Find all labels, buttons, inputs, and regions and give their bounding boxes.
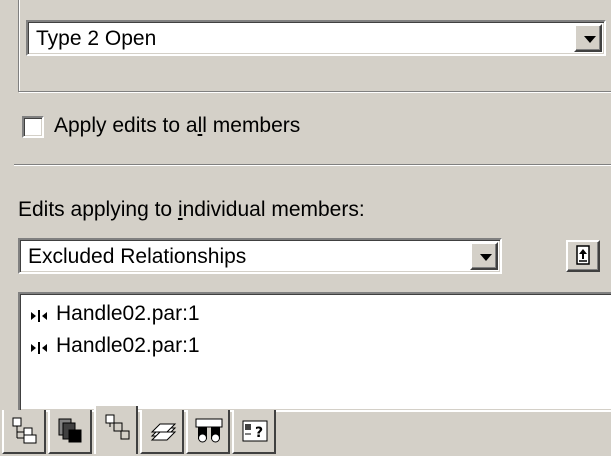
layers-icon bbox=[150, 423, 177, 441]
tree-icon bbox=[12, 417, 37, 444]
svg-text:?: ? bbox=[255, 425, 263, 441]
apply-all-label-text-end: l members bbox=[202, 114, 301, 137]
tab-properties[interactable]: ? bbox=[232, 410, 276, 454]
upload-arrow-icon bbox=[576, 245, 590, 265]
individual-label-text: Edits applying to bbox=[18, 198, 178, 221]
individual-edit-type-combo[interactable]: Excluded Relationships bbox=[18, 238, 502, 274]
list-item-label: Handle02.par:1 bbox=[56, 334, 200, 357]
promote-button[interactable] bbox=[566, 240, 600, 272]
relationship-icon bbox=[31, 342, 47, 354]
chevron-down-icon bbox=[584, 36, 596, 43]
separator bbox=[14, 164, 611, 166]
apply-all-label[interactable]: Apply edits to all members bbox=[54, 114, 300, 138]
individual-label-text-end: ndividual members: bbox=[182, 198, 365, 221]
tab-binoculars[interactable] bbox=[186, 410, 230, 454]
apply-all-checkbox[interactable] bbox=[22, 116, 44, 138]
type-combo-dropdown-button[interactable] bbox=[574, 24, 602, 52]
chevron-down-icon bbox=[480, 254, 492, 261]
hierarchy-icon bbox=[105, 414, 130, 440]
individual-combo-value: Excluded Relationships bbox=[28, 245, 247, 268]
individual-combo-dropdown-button[interactable] bbox=[470, 242, 498, 270]
tab-strip: ? bbox=[0, 406, 611, 456]
relationship-icon bbox=[31, 310, 47, 322]
type-combo-value: Type 2 Open bbox=[36, 27, 157, 50]
parts-stack-icon bbox=[58, 418, 82, 443]
tab-assembly-tree[interactable] bbox=[2, 410, 46, 454]
tab-hierarchy[interactable] bbox=[94, 406, 138, 454]
type-combo[interactable]: Type 2 Open bbox=[26, 20, 606, 56]
binoculars-icon bbox=[195, 418, 223, 443]
tab-layers[interactable] bbox=[140, 410, 184, 454]
apply-all-label-text: Apply edits to a bbox=[54, 114, 198, 137]
individual-members-label: Edits applying to individual members: bbox=[18, 198, 365, 222]
relationships-list[interactable]: Handle02.par:1 Handle02.par:1 bbox=[18, 292, 611, 412]
properties-icon: ? bbox=[242, 420, 268, 442]
tab-parts[interactable] bbox=[48, 410, 92, 454]
list-item-label: Handle02.par:1 bbox=[56, 302, 200, 325]
